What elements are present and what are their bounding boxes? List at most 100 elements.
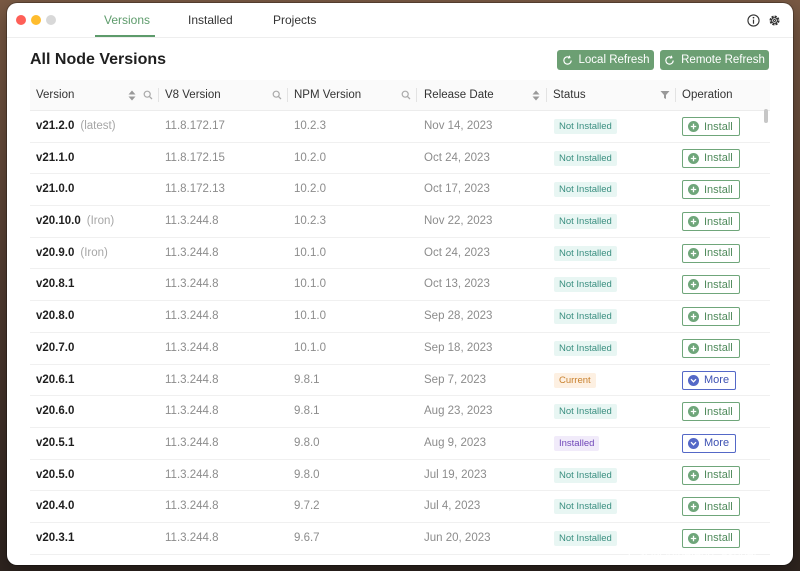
operation-label: Install: [704, 247, 733, 260]
plus-icon: [688, 152, 699, 164]
operation-label: Install: [704, 120, 733, 133]
tab-installed[interactable]: Installed: [188, 13, 233, 27]
column-header-v8[interactable]: V8 Version: [165, 80, 221, 110]
npm-version-cell: 10.2.0: [294, 183, 326, 196]
table-row: v20.5.1 11.3.244.8 9.8.0 Aug 9, 2023 Install…: [30, 428, 770, 460]
status-badge: Not Installed: [554, 530, 617, 546]
table-row: v20.7.0 11.3.244.8 10.1.0 Sep 18, 2023 Not I…: [30, 333, 770, 365]
column-divider: [416, 88, 417, 102]
scrollbar-thumb[interactable]: [764, 109, 768, 123]
sort-icon[interactable]: [126, 89, 138, 101]
operation-label: Install: [704, 152, 733, 165]
operation-label: Install: [704, 215, 733, 228]
release-date-cell: Sep 7, 2023: [424, 373, 487, 386]
table-row: v20.10.0 (Iron) 11.3.244.8 10.2.3 Nov 22, 20…: [30, 206, 770, 238]
release-date-cell: Jul 4, 2023: [424, 500, 481, 513]
operation-label: Install: [704, 469, 733, 482]
plus-icon: [688, 279, 699, 291]
operation-label: More: [704, 374, 730, 386]
column-header-version[interactable]: Version: [36, 80, 74, 110]
info-icon[interactable]: [746, 13, 760, 27]
close-window-button[interactable]: [16, 15, 26, 25]
install-button[interactable]: Install: [682, 180, 740, 200]
table-row: v21.2.0 (latest) 11.8.172.17 10.2.3 Nov 14, …: [30, 111, 770, 143]
version-cell: v20.3.1: [36, 523, 74, 553]
operation-label: Install: [704, 342, 733, 355]
tab-projects[interactable]: Projects: [273, 13, 316, 27]
version-number: v20.5.1: [36, 436, 75, 449]
column-header-release-date[interactable]: Release Date: [424, 80, 494, 110]
more-button[interactable]: More: [682, 370, 737, 390]
local-refresh-button[interactable]: Local Refresh: [557, 50, 654, 70]
release-date-cell: Aug 9, 2023: [424, 436, 487, 449]
status-badge: Not Installed: [554, 214, 617, 230]
release-date-cell: Sep 18, 2023: [424, 341, 493, 354]
install-button[interactable]: Install: [682, 117, 740, 136]
v8-version-cell: 11.3.244.8: [165, 278, 219, 291]
status-badge: Not Installed: [554, 150, 617, 166]
table-body: v21.2.0 (latest) 11.8.172.17 10.2.3 Nov 14, …: [30, 111, 770, 555]
release-date-cell: Sep 28, 2023: [424, 310, 493, 323]
sort-icon[interactable]: [530, 89, 542, 101]
filter-icon[interactable]: [659, 89, 671, 101]
version-number: v20.9.0: [36, 246, 75, 259]
install-button[interactable]: Install: [682, 338, 740, 358]
release-date-cell: Nov 22, 2023: [424, 215, 493, 228]
release-date-cell: Jun 20, 2023: [424, 531, 491, 544]
status-badge: Not Installed: [554, 404, 617, 420]
install-button[interactable]: Install: [682, 307, 740, 327]
install-button[interactable]: Install: [682, 402, 740, 422]
install-button[interactable]: Install: [682, 275, 740, 295]
status-badge: Not Installed: [554, 182, 617, 198]
version-number: v20.7.0: [36, 341, 75, 354]
install-button[interactable]: Install: [682, 465, 740, 485]
app-window: Versions Installed Projects All Node Ver…: [7, 3, 793, 565]
version-number: v20.5.0: [36, 468, 75, 481]
status-badge: Not Installed: [554, 309, 617, 325]
v8-version-cell: 11.8.172.13: [165, 183, 225, 196]
watermark: CSDN @hefeng_aspnet: [628, 547, 757, 561]
version-number: v21.0.0: [36, 183, 75, 196]
search-icon[interactable]: [271, 89, 283, 101]
minimize-window-button[interactable]: [31, 15, 41, 25]
more-button[interactable]: More: [682, 433, 737, 453]
install-button[interactable]: Install: [682, 212, 740, 232]
plus-icon: [688, 247, 699, 259]
install-button[interactable]: Install: [682, 243, 740, 263]
release-date-cell: Oct 13, 2023: [424, 278, 490, 291]
table-row: v20.9.0 (Iron) 11.3.244.8 10.1.0 Oct 24, 202…: [30, 238, 770, 270]
remote-refresh-button[interactable]: Remote Refresh: [660, 50, 769, 70]
npm-version-cell: 9.8.0: [294, 436, 320, 449]
install-button[interactable]: Install: [682, 148, 740, 168]
status-badge: Not Installed: [554, 467, 617, 483]
version-number: v20.3.1: [36, 531, 75, 544]
operation-label: Install: [704, 183, 733, 196]
zoom-window-button[interactable]: [46, 15, 56, 25]
operation-label: Install: [704, 532, 733, 545]
tab-versions[interactable]: Versions: [104, 13, 150, 27]
operation-label: Install: [704, 405, 733, 418]
operation-label: Install: [704, 500, 733, 513]
install-button[interactable]: Install: [682, 497, 740, 517]
v8-version-cell: 11.3.244.8: [165, 531, 219, 544]
v8-version-cell: 11.3.244.8: [165, 500, 219, 513]
v8-version-cell: 11.3.244.8: [165, 246, 219, 259]
status-badge: Not Installed: [554, 245, 617, 261]
column-header-status[interactable]: Status: [553, 80, 586, 110]
release-date-cell: Oct 24, 2023: [424, 246, 490, 259]
plus-icon: [688, 216, 699, 228]
npm-version-cell: 10.2.3: [294, 215, 326, 228]
version-cell: v20.7.0: [36, 333, 74, 363]
version-cell: v21.1.0: [36, 143, 74, 173]
version-cell: v21.2.0 (latest): [36, 111, 116, 141]
install-button[interactable]: Install: [682, 528, 740, 548]
version-cell: v20.5.0: [36, 460, 74, 490]
status-badge: Not Installed: [554, 119, 617, 134]
table-row: v20.4.0 11.3.244.8 9.7.2 Jul 4, 2023 Not Ins…: [30, 491, 770, 523]
table-row: v20.6.0 11.3.244.8 9.8.1 Aug 23, 2023 Not In…: [30, 396, 770, 428]
table-row: v20.5.0 11.3.244.8 9.8.0 Jul 19, 2023 Not In…: [30, 460, 770, 492]
gear-icon[interactable]: [767, 13, 781, 27]
column-header-npm[interactable]: NPM Version: [294, 80, 361, 110]
search-icon[interactable]: [400, 89, 412, 101]
search-icon[interactable]: [142, 89, 154, 101]
